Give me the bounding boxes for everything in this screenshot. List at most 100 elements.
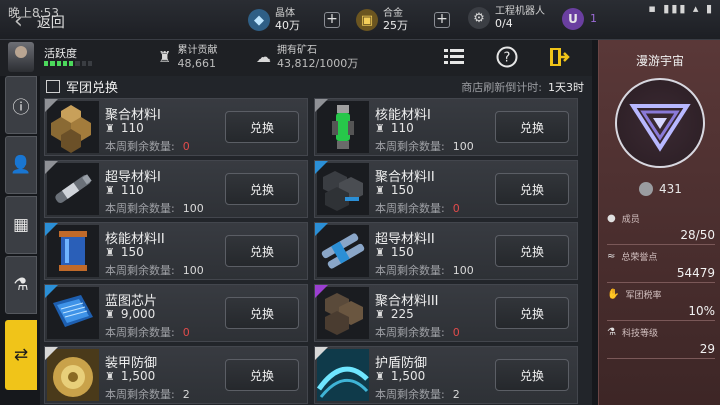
exchange-button[interactable]: 兑换 <box>225 111 299 143</box>
crystal-icon: ◆ <box>248 9 270 31</box>
rarity-marker <box>315 347 328 360</box>
back-button[interactable]: ‹ 返回 <box>8 10 94 34</box>
remaining-label: 本周剩余数量: <box>375 140 445 153</box>
remaining-count: 100 <box>182 264 204 277</box>
item-price: ♜ 225 <box>375 307 414 321</box>
legion-coin-value: 431 <box>659 182 682 196</box>
coin-icon <box>639 182 653 196</box>
remaining-label: 本周剩余数量: <box>105 264 175 277</box>
refresh-label: 商店刷新倒计时: <box>461 81 542 94</box>
alloy-value: 25万 <box>383 19 408 32</box>
remaining-count: 100 <box>452 264 474 277</box>
person-icon: 👤 <box>10 155 32 175</box>
stat-value: 10% <box>607 304 715 321</box>
exchange-icon: ⇄ <box>13 345 29 365</box>
exchange-button[interactable]: 兑换 <box>225 297 299 329</box>
add-crystal-button[interactable]: + <box>324 12 340 28</box>
rarity-marker <box>45 161 58 174</box>
item-remaining: 本周剩余数量: 2 <box>375 386 460 402</box>
person-icon: ● <box>607 213 616 224</box>
side-tabs: ⓘ 👤 ▦ ⚗ ⇄ <box>0 76 40 405</box>
help-icon: ? <box>496 46 518 68</box>
legion-info-panel: 漫游宇宙 431 ● 成员 28/50 ≈ 总荣誉点 54479 ✋ 军团税率 10%… <box>598 40 720 405</box>
rarity-marker <box>315 285 328 298</box>
item-remaining: 本周剩余数量: 100 <box>105 262 204 278</box>
shop-item: 聚合材料I ♜ 110 本周剩余数量: 0 兑换 <box>44 98 308 156</box>
stat-label: 成员 <box>621 215 640 225</box>
exchange-button[interactable]: 兑换 <box>225 359 299 391</box>
activity-segment <box>87 61 92 66</box>
stat-members: ● 成员 28/50 <box>607 212 715 245</box>
trophy-icon: ♜ <box>375 369 385 383</box>
legion-emblem[interactable] <box>615 78 705 168</box>
shop-item: 聚合材料II ♜ 150 本周剩余数量: 0 兑换 <box>314 160 578 218</box>
item-remaining: 本周剩余数量: 0 <box>375 200 460 216</box>
alloy-resource: ▣ 合金 25万 <box>356 8 408 32</box>
add-alloy-button[interactable]: + <box>434 12 450 28</box>
rarity-marker <box>45 347 58 360</box>
refresh-value: 1天3时 <box>548 81 584 94</box>
exit-button[interactable] <box>546 44 572 70</box>
crystal-value: 40万 <box>275 19 300 32</box>
exchange-panel: 军团兑换 商店刷新倒计时: 1天3时 聚合材料I ♜ 110 本周剩余数量: 0 兑换 <box>40 76 592 405</box>
tab-research[interactable]: ⚗ <box>5 256 37 314</box>
activity-segment <box>81 61 86 66</box>
legion-coin: 431 <box>639 182 682 196</box>
remaining-count: 2 <box>182 388 190 401</box>
exit-icon <box>550 48 570 66</box>
svg-text:?: ? <box>504 51 511 66</box>
tab-members[interactable]: 👤 <box>5 136 37 194</box>
shop-item: 装甲防御 ♜ 1,500 本周剩余数量: 2 兑换 <box>44 346 308 404</box>
panel-title-text: 军团兑换 <box>66 80 119 96</box>
exchange-button[interactable]: 兑换 <box>225 235 299 267</box>
remaining-count: 100 <box>182 202 204 215</box>
trophy-icon: ♜ <box>375 183 385 197</box>
exchange-button[interactable]: 兑换 <box>495 297 569 329</box>
item-price: ♜ 9,000 <box>105 307 155 321</box>
tab-notice[interactable]: ⓘ <box>5 76 37 134</box>
activity-segment <box>50 61 55 66</box>
trophy-icon: ♜ <box>375 307 385 321</box>
stat-tax: ✋ 军团税率 10% <box>607 288 715 321</box>
item-price: ♜ 1,500 <box>375 369 425 383</box>
item-price-value: 150 <box>390 183 414 197</box>
refresh-countdown: 商店刷新倒计时: 1天3时 <box>461 79 584 95</box>
robot-icon: ⚙ <box>468 7 490 29</box>
alloy-icon: ▣ <box>356 9 378 31</box>
remaining-label: 本周剩余数量: <box>375 202 445 215</box>
exchange-button[interactable]: 兑换 <box>495 235 569 267</box>
tab-exchange[interactable]: ⇄ <box>5 320 37 390</box>
rarity-marker <box>45 99 58 112</box>
rarity-marker <box>45 285 58 298</box>
exchange-button[interactable]: 兑换 <box>495 173 569 205</box>
rarity-marker <box>315 223 328 236</box>
avatar[interactable] <box>8 42 34 72</box>
item-remaining: 本周剩余数量: 2 <box>105 386 190 402</box>
trophy-icon: ♜ <box>105 183 115 197</box>
list-button[interactable] <box>441 44 467 70</box>
item-price: ♜ 150 <box>375 183 414 197</box>
tab-base[interactable]: ▦ <box>5 196 37 254</box>
system-icons: ▪ ▮▮▮ ▴ ▮ <box>648 2 714 15</box>
legion-name: 漫游宇宙 <box>635 54 684 68</box>
rarity-marker <box>315 99 328 112</box>
remaining-label: 本周剩余数量: <box>375 326 445 339</box>
remaining-label: 本周剩余数量: <box>105 202 175 215</box>
stat-label: 总荣誉点 <box>621 253 658 263</box>
help-button[interactable]: ? <box>494 44 520 70</box>
wings-icon: ≈ <box>607 251 616 262</box>
item-price-value: 110 <box>120 183 144 197</box>
exchange-button[interactable]: 兑换 <box>495 359 569 391</box>
contribution-stat: ♜ 累计贡献 48,661 <box>158 44 217 70</box>
ore-value: 43,812/1000万 <box>277 57 359 70</box>
trophy-icon: ♜ <box>375 121 385 135</box>
contribution-value: 48,661 <box>177 57 216 70</box>
stat-value: 29 <box>607 342 715 359</box>
item-remaining: 本周剩余数量: 100 <box>375 138 474 154</box>
item-price: ♜ 110 <box>105 183 144 197</box>
stat-label: 军团税率 <box>625 291 662 301</box>
exchange-button[interactable]: 兑换 <box>225 173 299 205</box>
exchange-button[interactable]: 兑换 <box>495 111 569 143</box>
ore-label: 拥有矿石 <box>277 45 317 56</box>
premium-currency-icon[interactable]: U <box>562 8 584 30</box>
